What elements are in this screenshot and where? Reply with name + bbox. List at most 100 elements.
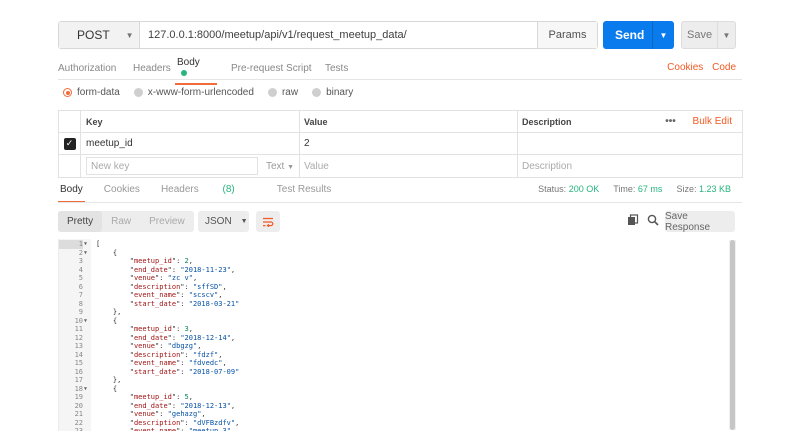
divider — [58, 202, 742, 203]
type-select[interactable]: Text ▼ — [266, 161, 294, 172]
json-key: end_date — [133, 401, 168, 410]
tab-authorization[interactable]: Authorization — [58, 63, 133, 74]
response-tab-headers[interactable]: Headers (8) — [161, 184, 256, 195]
code-line: 11 "meetup_id": 3, — [59, 325, 729, 334]
time-group: Time: 67 ms — [613, 184, 662, 194]
line-number: 17 — [74, 376, 83, 384]
fold-arrow-icon[interactable]: ▼ — [84, 317, 90, 326]
code-text: "event_name": "scscv", — [96, 291, 223, 299]
search-icon[interactable] — [647, 214, 659, 226]
code-text: "description": "fdzf", — [96, 350, 223, 359]
response-tab-test-results[interactable]: Test Results — [277, 184, 331, 195]
response-tab-cookies[interactable]: Cookies — [104, 184, 140, 195]
save-label: Save — [687, 29, 713, 41]
url-input[interactable]: 127.0.0.1:8000/meetup/api/v1/request_mee… — [140, 22, 537, 48]
row-check-cell: ✓ — [59, 133, 81, 154]
code-line: 2 ▼ { — [59, 249, 729, 258]
code-text: "meetup_id": 3, — [96, 325, 193, 333]
response-tab-headers-label: Headers — [160, 184, 199, 195]
more-options-icon[interactable]: ••• — [665, 116, 676, 127]
new-key-input[interactable]: New key — [86, 157, 258, 175]
tab-tests[interactable]: Tests — [325, 63, 348, 74]
code-text: "event_name": "meetup 3", — [96, 427, 235, 431]
bulk-edit-link[interactable]: Bulk Edit — [693, 116, 732, 127]
code-line: 13 "venue": "dbgzg", — [59, 342, 729, 351]
status-value: 200 OK — [568, 184, 600, 194]
body-type-label: binary — [326, 87, 354, 98]
json-key: event_name — [133, 291, 177, 299]
response-status: Status: 200 OK Time: 67 ms Size: 1.23 KB — [524, 184, 731, 194]
json-string-value: meetup 3 — [192, 427, 227, 431]
code-text: }, — [96, 308, 122, 316]
request-url-bar: POST ▼ 127.0.0.1:8000/meetup/api/v1/requ… — [58, 21, 598, 49]
view-raw-button[interactable]: Raw — [102, 211, 140, 232]
save-response-button[interactable]: Save Response — [665, 211, 735, 233]
code-line: 10 ▼ { — [59, 317, 729, 326]
body-type-form-data[interactable]: form-data — [63, 87, 120, 98]
line-number: 23 — [74, 427, 83, 431]
code-line: 7 "event_name": "scscv", — [59, 291, 729, 300]
table-row: ✓ meetup_id 2 — [59, 133, 742, 155]
send-options-chevron-icon[interactable]: ▼ — [652, 21, 674, 49]
line-number: 15 — [74, 359, 83, 367]
editor-scrollbar[interactable] — [729, 240, 736, 430]
tab-body-label: Body — [177, 57, 200, 68]
code-link[interactable]: Code — [712, 62, 736, 73]
response-code-editor[interactable]: 1 ▼[2 ▼ {3 "meetup_id": 2, 4 "end_date": "2… — [58, 239, 736, 431]
description-cell[interactable] — [518, 133, 742, 154]
fold-arrow-icon[interactable]: ▼ — [84, 385, 90, 394]
active-tab-underline — [175, 83, 217, 85]
json-key: meetup_id — [133, 257, 172, 265]
wrap-lines-button[interactable] — [256, 211, 280, 232]
json-key: meetup_id — [133, 393, 172, 401]
tab-headers[interactable]: Headers — [133, 63, 177, 74]
checkbox-checked-icon[interactable]: ✓ — [63, 137, 76, 150]
json-key: venue — [133, 410, 156, 418]
code-line: 20 "end_date": "2018-12-13", — [59, 402, 729, 411]
json-string-value: dbgzg — [171, 342, 193, 350]
json-key: event_name — [133, 359, 177, 367]
code-line: 21 "venue": "gehazg", — [59, 410, 729, 419]
line-number: 2 — [78, 248, 83, 257]
key-cell[interactable]: meetup_id — [81, 133, 300, 154]
view-preview-button[interactable]: Preview — [140, 211, 194, 232]
response-tab-body[interactable]: Body — [58, 184, 85, 203]
body-type-raw[interactable]: raw — [267, 87, 298, 98]
fold-arrow-icon[interactable]: ▼ — [84, 249, 90, 258]
save-button[interactable]: Save ▼ — [681, 21, 736, 49]
send-button[interactable]: Send ▼ — [603, 21, 674, 49]
body-type-binary[interactable]: binary — [312, 87, 353, 98]
scrollbar-thumb[interactable] — [730, 240, 735, 430]
fold-arrow-icon[interactable]: ▼ — [84, 240, 90, 249]
method-select[interactable]: POST ▼ — [59, 22, 140, 48]
code-text: "venue": "dbgzg", — [96, 342, 202, 350]
line-number: 21 — [74, 410, 83, 418]
column-header-value: Value — [300, 111, 518, 132]
code-line: 4 "end_date": "2018-11-23", — [59, 266, 729, 275]
value-cell[interactable]: 2 — [300, 133, 518, 154]
radio-icon — [133, 88, 143, 97]
format-select[interactable]: JSON ▼ — [198, 211, 249, 232]
line-number: 20 — [74, 401, 83, 410]
json-string-value: fdvedc — [192, 359, 219, 367]
code-text: "venue": "gehazg", — [96, 410, 206, 418]
new-value-input[interactable]: Value — [300, 155, 518, 177]
code-line: 19 "meetup_id": 5, — [59, 393, 729, 402]
code-line: 16 "start_date": "2018-07-09" — [59, 368, 729, 377]
code-line: 18 ▼ { — [59, 385, 729, 394]
copy-icon[interactable] — [627, 214, 639, 226]
body-type-urlencoded[interactable]: x-www-form-urlencoded — [133, 87, 254, 98]
save-options-chevron-icon[interactable]: ▼ — [717, 22, 735, 48]
params-button[interactable]: Params — [537, 22, 597, 48]
tab-pre-request-script[interactable]: Pre-request Script — [231, 63, 325, 74]
radio-icon — [267, 88, 277, 97]
line-number: 13 — [74, 342, 83, 350]
line-number: 18 — [74, 384, 83, 393]
new-description-input[interactable]: Description — [518, 155, 742, 177]
cookies-link[interactable]: Cookies — [667, 62, 703, 73]
line-number: 8 — [78, 299, 83, 308]
view-pretty-button[interactable]: Pretty — [58, 211, 103, 232]
status-group: Status: 200 OK — [538, 184, 599, 194]
radio-selected-icon — [63, 88, 72, 97]
line-number: 1 — [59, 240, 83, 249]
